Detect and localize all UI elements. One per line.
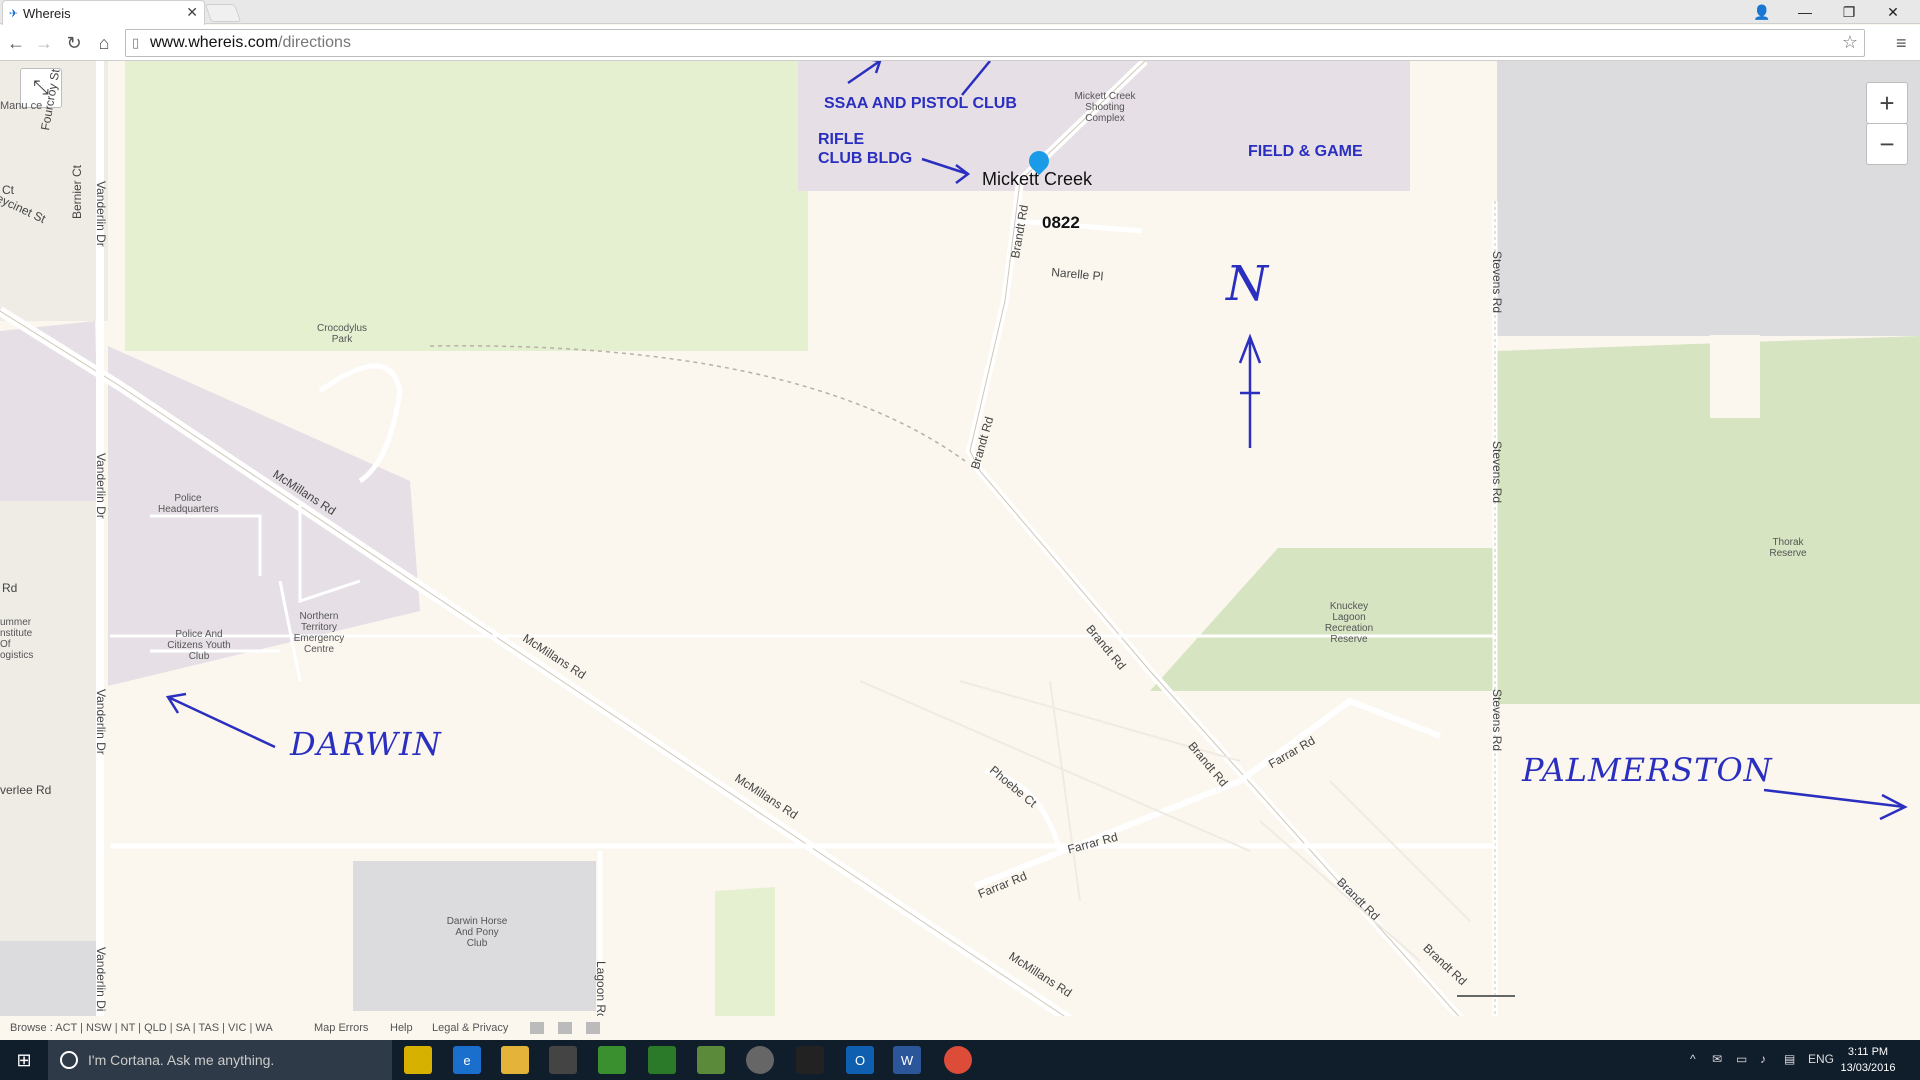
postcode-label: 0822: [1042, 213, 1080, 232]
poi-police-hq: Police Headquarters: [158, 493, 219, 515]
tray-mail-icon[interactable]: ✉: [1712, 1052, 1722, 1066]
map-footer: Browse : ACT | NSW | NT | QLD | SA | TAS…: [0, 1016, 1920, 1040]
bookmark-star-icon[interactable]: ☆: [1842, 32, 1858, 53]
annotation-field-game: FIELD & GAME: [1248, 143, 1363, 160]
annotation-darwin: DARWIN: [290, 725, 442, 763]
facebook-icon[interactable]: [530, 1022, 544, 1034]
zoom-in-button[interactable]: +: [1866, 82, 1908, 124]
windows-start-icon[interactable]: ⊞: [0, 1040, 48, 1080]
road-stevens-3: Stevens Rd: [1490, 689, 1504, 752]
profile-icon[interactable]: 👤: [1740, 0, 1784, 24]
file-explorer-icon[interactable]: [501, 1046, 529, 1074]
word-icon[interactable]: W: [893, 1046, 921, 1074]
poi-summer-institute: ummer nstitute Of ogistics: [0, 617, 34, 661]
browser-tab-strip: ✈ Whereis ✕ 👤 — ❐ ✕: [0, 0, 1920, 25]
road-vanderlin-di-4: Vanderlin Di: [94, 947, 108, 1012]
browser-toolbar: ← → ↻ ⌂ ▯ www.whereis.com/directions ☆ ≡: [0, 25, 1920, 61]
new-tab-button[interactable]: [204, 4, 242, 22]
poi-police-citizens: Police And Citizens Youth Club: [167, 629, 231, 662]
outlook-icon[interactable]: O: [846, 1046, 874, 1074]
annotation-north: N: [1226, 256, 1269, 312]
address-bar[interactable]: ▯ www.whereis.com/directions ☆: [125, 29, 1865, 57]
url-path: /directions: [278, 34, 351, 51]
whereis-favicon-icon: ✈: [9, 8, 19, 20]
road-vanderlin-dr-2: Vanderlin Dr: [94, 453, 108, 519]
taskbar-clock[interactable]: 3:11 PM 13/03/2016: [1840, 1044, 1896, 1076]
browser-menu-icon[interactable]: ≡: [1896, 33, 1907, 54]
tray-chevron-icon[interactable]: ^: [1690, 1052, 1696, 1066]
cortana-icon: [60, 1051, 78, 1069]
help-link[interactable]: Help: [390, 1022, 413, 1034]
taskbar-app-icon-2[interactable]: [598, 1046, 626, 1074]
road-vanderlin-dr-3: Vanderlin Dr: [94, 689, 108, 755]
tab-whereis[interactable]: ✈ Whereis ✕: [2, 0, 205, 25]
poi-thorak-reserve: Thorak Reserve: [1769, 537, 1807, 559]
legal-privacy-link[interactable]: Legal & Privacy: [432, 1022, 508, 1034]
edge-icon[interactable]: e: [453, 1046, 481, 1074]
tray-volume-icon[interactable]: ♪: [1760, 1052, 1766, 1066]
pin-label: Mickett Creek: [982, 169, 1093, 189]
annotation-palmerston: PALMERSTON: [1522, 751, 1773, 789]
road-ct-left: Ct: [2, 183, 14, 197]
road-bernier-ct: Bernier Ct: [70, 164, 84, 219]
minimize-icon[interactable]: —: [1783, 0, 1827, 24]
forward-icon[interactable]: →: [32, 31, 56, 55]
twitter-icon[interactable]: [558, 1022, 572, 1034]
close-window-icon[interactable]: ✕: [1871, 0, 1915, 24]
road-vanderlin-dr-1: Vanderlin Dr: [94, 181, 108, 247]
cortana-search-box[interactable]: I'm Cortana. Ask me anything.: [48, 1040, 392, 1080]
url-host: www.whereis.com: [150, 34, 279, 51]
tray-network-icon[interactable]: ▭: [1736, 1052, 1747, 1066]
restore-icon[interactable]: ❐: [1827, 0, 1871, 24]
poi-crocodylus-park: Crocodylus Park: [316, 323, 368, 345]
annotation-ssaa: SSAA AND PISTOL CLUB: [824, 95, 1017, 112]
poi-shooting-complex: Mickett Creek Shooting Complex: [1074, 91, 1136, 124]
cortana-placeholder: I'm Cortana. Ask me anything.: [88, 1052, 275, 1068]
taskbar-app-icon-1[interactable]: [404, 1046, 432, 1074]
road-verlee-rd: verlee Rd: [0, 783, 52, 797]
chrome-icon[interactable]: [944, 1046, 972, 1074]
poi-horse-club: Darwin Horse And Pony Club: [446, 916, 508, 949]
tab-title: Whereis: [23, 5, 71, 21]
back-icon[interactable]: ←: [4, 31, 28, 55]
poi-knuckey-lagoon: Knuckey Lagoon Recreation Reserve: [1324, 601, 1374, 645]
home-icon[interactable]: ⌂: [92, 31, 116, 55]
store-icon[interactable]: [549, 1046, 577, 1074]
road-stevens-2: Stevens Rd: [1490, 441, 1504, 504]
windows-taskbar: ⊞ I'm Cortana. Ask me anything. e O W ^ …: [0, 1040, 1920, 1080]
road-stevens-1: Stevens Rd: [1490, 251, 1504, 314]
zoom-out-button[interactable]: −: [1866, 123, 1908, 165]
taskbar-app-icon-6[interactable]: [796, 1046, 824, 1074]
road-lagoon: Lagoon Rc: [594, 961, 608, 1020]
map-base-layer: [0, 61, 1920, 1040]
taskbar-app-icon-4[interactable]: [697, 1046, 725, 1074]
taskbar-app-icon-5[interactable]: [746, 1046, 774, 1074]
browse-states-link[interactable]: Browse : ACT | NSW | NT | QLD | SA | TAS…: [10, 1022, 273, 1034]
tray-notification-icon[interactable]: ▤: [1784, 1052, 1795, 1066]
email-share-icon[interactable]: [586, 1022, 600, 1034]
annotation-rifle-line1: RIFLE: [818, 131, 865, 148]
clock-time: 3:11 PM: [1847, 1046, 1889, 1058]
poi-manunda: Manu ce: [0, 100, 43, 112]
map-canvas[interactable]: ⤡ + − Mickett Creek 0822 Mickett Creek S…: [0, 61, 1920, 1040]
road-rd-left: Rd: [2, 581, 18, 595]
poi-nt-emergency: Northern Territory Emergency Centre: [293, 611, 345, 655]
close-tab-icon[interactable]: ✕: [186, 4, 198, 21]
tray-language[interactable]: ENG: [1808, 1052, 1834, 1066]
scale-bar: [1457, 995, 1515, 997]
reload-icon[interactable]: ↻: [62, 31, 86, 55]
clock-date: 13/03/2016: [1840, 1062, 1896, 1074]
page-icon: ▯: [132, 35, 140, 50]
taskbar-app-icon-3[interactable]: [648, 1046, 676, 1074]
map-errors-link[interactable]: Map Errors: [314, 1022, 368, 1034]
annotation-rifle-line2: CLUB BLDG: [818, 150, 913, 167]
